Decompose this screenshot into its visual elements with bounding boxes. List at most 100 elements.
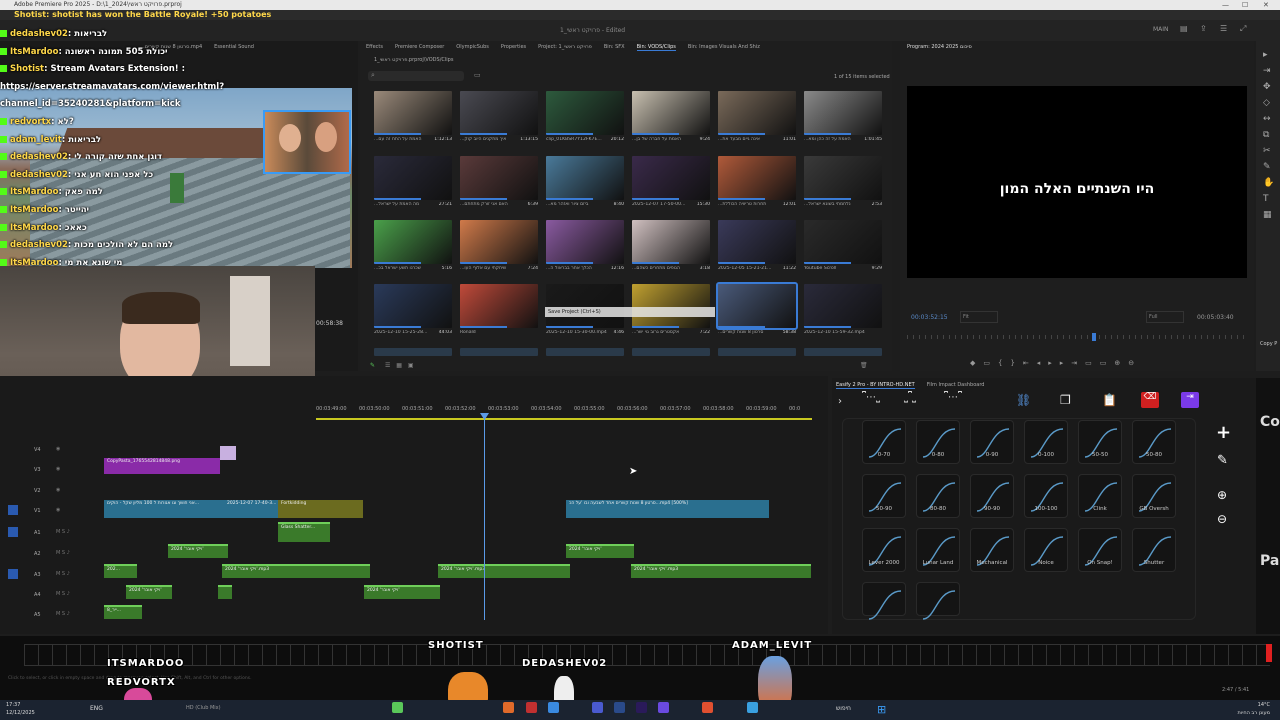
clip-audio-3[interactable]: 2024 'ויקי אובר'.mp3 <box>438 564 570 578</box>
clip-thumbnail[interactable] <box>716 282 798 330</box>
workspace-icon[interactable]: ▤ <box>1180 24 1188 33</box>
menu-icon[interactable]: ☰ <box>1220 24 1227 33</box>
app-icon-5[interactable] <box>592 702 603 713</box>
tab-easify[interactable]: Easify 2 Pro - BY INTRO-HD.NET <box>836 382 915 389</box>
zoom-out-icon[interactable]: ⊖ <box>1217 512 1227 526</box>
fit-select[interactable]: Fit <box>960 311 998 323</box>
clip-v1-c[interactable]: סרטון 8 שנות קשרים אחד לשבעה ובו 'על הכ.… <box>566 500 769 518</box>
app-icon-2[interactable] <box>503 702 514 713</box>
pencil-icon[interactable]: ✎ <box>370 362 375 369</box>
track-header[interactable]: A3 M S ♪ <box>0 569 100 583</box>
clip-thumbnail[interactable] <box>546 91 624 135</box>
clip-thumbnail[interactable] <box>804 91 882 135</box>
clip-thumbnail[interactable] <box>546 348 624 356</box>
clip-audio-10[interactable]: ייר_8... <box>104 605 142 619</box>
clip-thumbnail[interactable] <box>718 220 796 264</box>
close-icon[interactable]: ✕ <box>1263 0 1269 10</box>
tab-olympicsubs[interactable]: OlympicSubs <box>456 44 489 50</box>
clip-thumbnail[interactable] <box>632 220 710 264</box>
icon-view-icon[interactable]: ▦ <box>396 362 402 369</box>
minimize-icon[interactable]: — <box>1222 0 1229 10</box>
track-header[interactable]: A2 M S ♪ <box>0 548 100 562</box>
app-icon-4[interactable] <box>548 702 559 713</box>
work-area-bar[interactable] <box>316 418 812 420</box>
clip-thumbnail[interactable] <box>804 156 882 200</box>
clip-thumbnail[interactable] <box>460 284 538 328</box>
clip-thumbnail[interactable] <box>632 348 710 356</box>
clip-audio-9[interactable]: 2024 'ויקי אובר' <box>364 585 440 599</box>
clip-thumbnail[interactable] <box>546 284 624 328</box>
delete-icon[interactable]: ⌫ <box>1141 392 1159 408</box>
playhead-marker[interactable] <box>1092 333 1096 341</box>
tab-effects[interactable]: Effects <box>366 44 383 50</box>
clip-thumbnail[interactable] <box>804 220 882 264</box>
list-view-icon[interactable]: ☰ <box>385 362 390 369</box>
app-icon-1[interactable] <box>392 702 403 713</box>
clip-thumbnail[interactable] <box>460 91 538 135</box>
app-icon-9[interactable] <box>747 702 758 713</box>
clip-thumbnail[interactable] <box>374 284 452 328</box>
track-header[interactable]: V2 ◉ <box>0 485 100 499</box>
app-icon-3[interactable] <box>526 702 537 713</box>
search-input[interactable]: ⌕ <box>368 71 464 81</box>
clock[interactable]: 17:37 12/12/2025 <box>6 701 35 717</box>
freeform-view-icon[interactable]: ▣ <box>408 362 414 369</box>
add-icon[interactable]: + <box>1216 422 1231 443</box>
clip-thumbnail[interactable] <box>374 348 452 356</box>
program-scrubber[interactable] <box>907 335 1247 339</box>
windows-start-icon[interactable]: ⊞ <box>877 703 886 716</box>
clip-thumbnail[interactable] <box>374 91 452 135</box>
language-indicator[interactable]: ENG <box>90 705 103 712</box>
clip-thumbnail[interactable] <box>804 284 882 328</box>
app-icon-8[interactable] <box>702 702 713 713</box>
ease-both-icon[interactable]: ⎴⋯⎴ <box>944 392 962 403</box>
tab-film-impact[interactable]: Film Impact Dashboard <box>927 382 985 388</box>
easing-preset[interactable] <box>916 582 960 620</box>
trash-icon[interactable]: 🗑 <box>860 362 868 369</box>
tool-icons[interactable]: ▸ ⇥ ✥ ◇ ↔ ⧉ ✂ ✎ ✋ T ▦ <box>1263 47 1274 223</box>
chevron-right-icon[interactable]: › <box>838 396 842 407</box>
clip-audio-7[interactable]: 202... <box>104 564 137 578</box>
weather[interactable]: 14°C מעונן רב החיות <box>1220 701 1270 717</box>
timeline-ruler[interactable]: 00:03:49:00 00:03:50:00 00:03:51:00 00:03:5… <box>316 406 816 418</box>
tab-bin-sfx[interactable]: Bin: SFX <box>604 44 625 50</box>
share-icon[interactable]: ⇪ <box>1200 24 1207 33</box>
clip-thumbnail[interactable] <box>718 156 796 200</box>
edit-icon[interactable]: ✎ <box>1217 453 1228 468</box>
clip-audio-6[interactable]: 2024 'ויקי אובר' <box>566 544 634 558</box>
app-icon-6[interactable] <box>614 702 625 713</box>
clip-thumbnail[interactable] <box>460 220 538 264</box>
clip-copypasta[interactable]: CopyPasta_1765542814848.png <box>104 458 220 474</box>
clip-v1-b[interactable]: 2025-12-07 17-40-3... <box>224 500 278 518</box>
clip-audio-8[interactable]: 2024 'ויקי אובר' <box>126 585 172 599</box>
full-select[interactable]: Full <box>1146 311 1184 323</box>
clip-glass-shatter[interactable]: Glass Shatter... <box>278 522 330 542</box>
fullscreen-icon[interactable]: ⤢ <box>1240 24 1246 34</box>
clip-audio-2[interactable]: 2024 'ויקי אובר'.mp3 <box>222 564 370 578</box>
clip-thumbnail[interactable] <box>632 156 710 200</box>
copy-icon[interactable]: ❐ <box>1060 393 1071 407</box>
clip-thumbnail[interactable] <box>632 91 710 135</box>
transport-controls[interactable]: ◆▭{}⇤◂▸▸⇥▭▭⊕⊖ <box>970 359 1142 367</box>
tab-bin-vods[interactable]: Bin: VODS/Clips <box>636 44 676 51</box>
paste-icon[interactable]: 📋 <box>1102 393 1117 407</box>
clip-image[interactable] <box>220 446 236 460</box>
clip-thumbnail[interactable] <box>718 348 796 356</box>
track-header[interactable]: V4 ◉ <box>0 444 100 458</box>
track-header[interactable]: A4 M S ♪ <box>0 589 100 603</box>
taskbar-search[interactable]: חיפוש <box>836 705 851 712</box>
ease-out-icon[interactable]: ⎵⎴⎵ <box>904 392 916 403</box>
clip-audio-1[interactable]: 2024 'ויקי אובר' <box>168 544 228 558</box>
clip-thumbnail[interactable] <box>460 348 538 356</box>
ease-in-icon[interactable]: ⎴⋯⎵ <box>862 392 880 403</box>
track-header[interactable]: A5 M S ♪ <box>0 609 100 623</box>
zoom-in-icon[interactable]: ⊕ <box>1217 488 1227 502</box>
track-header[interactable]: A1 M S ♪ <box>0 527 100 541</box>
clip-thumbnail[interactable] <box>546 220 624 264</box>
clip-fortkidding[interactable]: Fortkidding <box>278 500 363 518</box>
tab-project[interactable]: Project: 1_פרויקט ראשי <box>538 44 592 50</box>
clip-thumbnail[interactable] <box>718 91 796 135</box>
tab-properties[interactable]: Properties <box>501 44 526 50</box>
app-icon-7[interactable] <box>658 702 669 713</box>
clip-thumbnail[interactable] <box>804 348 882 356</box>
